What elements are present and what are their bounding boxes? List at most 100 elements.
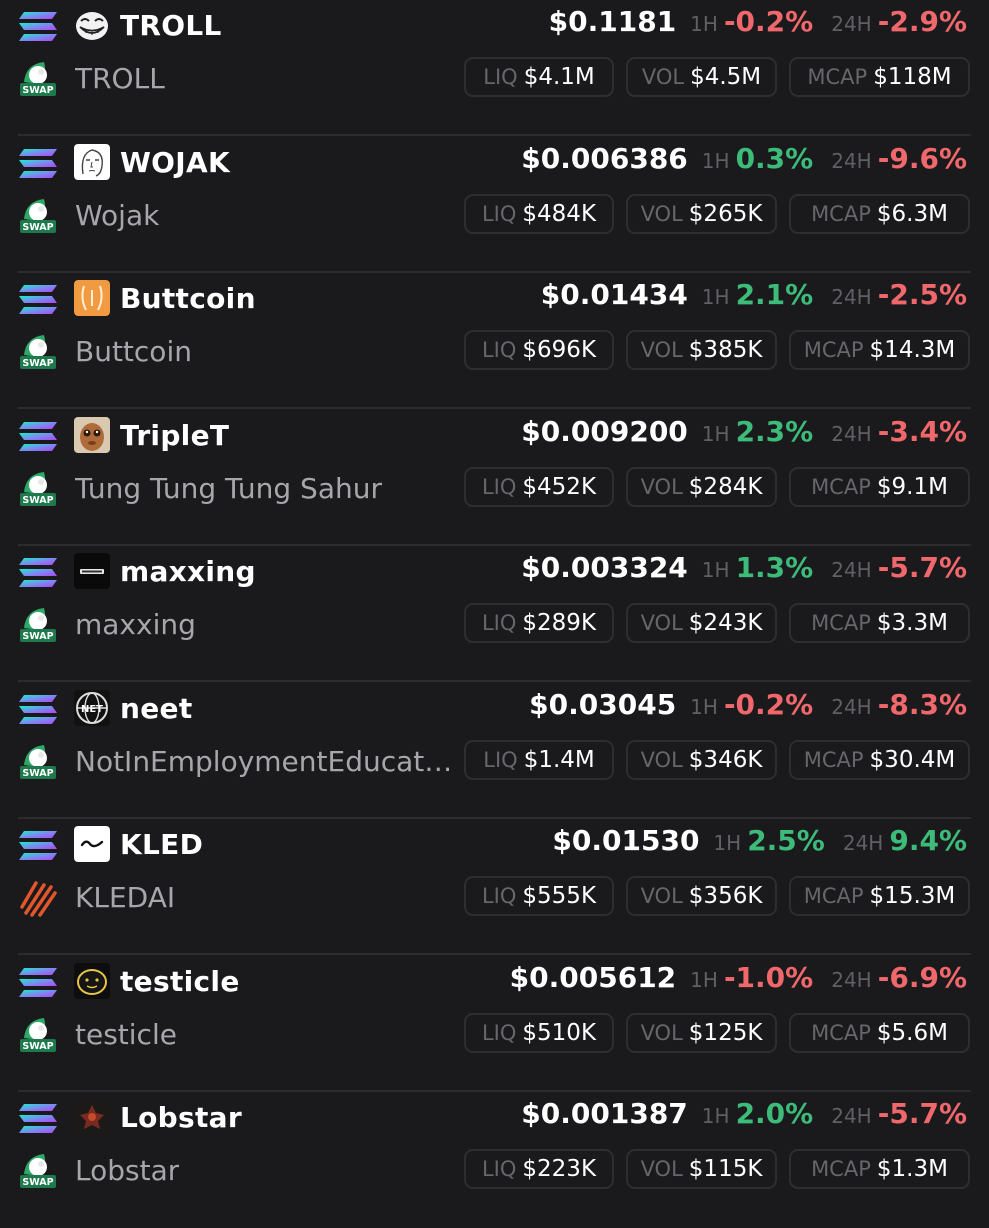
- mcap-value: $15.3M: [869, 883, 956, 909]
- market-cap-pill: MCAP $1.3M: [789, 1149, 970, 1189]
- volume-pill: VOL $346K: [626, 739, 777, 780]
- token-row[interactable]: SWAP maxxing maxxing $0.003324 1H 1.3% 2…: [0, 546, 989, 682]
- solana-icon: [18, 1102, 58, 1136]
- vol-value: $115K: [688, 1156, 763, 1182]
- token-name: Tung Tung Tung Sahur: [75, 471, 382, 505]
- market-cap-pill: MCAP $118M: [789, 57, 970, 97]
- token-row[interactable]: SWAP Lobstar Lobstar $0.001387 1H 2.0% 2…: [0, 1092, 989, 1228]
- change-24h-label: 24H: [842, 831, 884, 855]
- swap-dex-icon: SWAP: [18, 331, 58, 371]
- kled-dex-icon: [18, 877, 58, 917]
- token-symbol: TripleT: [120, 418, 230, 452]
- liquidity-pill: LIQ $696K: [464, 330, 614, 370]
- change-24h-label: 24H: [831, 285, 872, 309]
- market-cap-pill: MCAP $30.4M: [789, 739, 970, 780]
- liq-label: LIQ: [483, 65, 518, 89]
- liq-label: LIQ: [481, 1020, 517, 1045]
- vol-value: $265K: [688, 200, 763, 227]
- solana-icon: [18, 10, 58, 44]
- market-cap-pill: MCAP $5.6M: [789, 1012, 970, 1053]
- token-row[interactable]: SWAP NET neet NotInEmploymentEducat… $0.…: [0, 683, 989, 819]
- market-cap-pill: MCAP $6.3M: [789, 193, 970, 234]
- market-cap-pill: MCAP $9.1M: [789, 466, 970, 507]
- vol-label: VOL: [640, 201, 683, 226]
- liq-value: $484K: [522, 200, 597, 227]
- token-name: TROLL: [75, 62, 165, 95]
- volume-pill: VOL $284K: [626, 466, 777, 507]
- vol-label: VOL: [640, 884, 683, 908]
- token-row[interactable]: SWAP TROLL TROLL $0.1181 1H -0.2% 24H -2…: [0, 0, 989, 136]
- liq-value: $289K: [522, 610, 597, 636]
- change-1h-label: 1H: [690, 12, 718, 36]
- swap-dex-icon: SWAP: [18, 195, 58, 235]
- change-24h-label: 24H: [831, 694, 872, 719]
- token-price: $0.003324: [521, 551, 688, 584]
- svg-text:SWAP: SWAP: [22, 631, 53, 642]
- vol-value: $243K: [688, 610, 763, 636]
- market-cap-pill: MCAP $3.3M: [789, 603, 970, 643]
- svg-text:SWAP: SWAP: [22, 1177, 53, 1188]
- market-cap-pill: MCAP $14.3M: [789, 330, 970, 370]
- token-row[interactable]: SWAP testicle testicle $0.005612 1H -1.0…: [0, 956, 989, 1092]
- solana-icon: [18, 693, 58, 727]
- mcap-label: MCAP: [803, 884, 864, 908]
- token-symbol: Lobstar: [120, 1101, 242, 1134]
- swap-dex-icon: SWAP: [18, 741, 58, 781]
- volume-pill: VOL $4.5M: [626, 57, 777, 97]
- mcap-value: $30.4M: [869, 746, 956, 773]
- change-24h: 9.4%: [889, 824, 967, 857]
- token-name: testicle: [75, 1017, 177, 1051]
- mcap-value: $1.3M: [876, 1156, 948, 1182]
- vol-label: VOL: [640, 1157, 683, 1181]
- testicle-face-icon: [74, 962, 110, 999]
- buttcoin-icon: [74, 280, 110, 316]
- mcap-label: MCAP: [807, 65, 868, 89]
- token-name: Wojak: [75, 198, 160, 232]
- vol-label: VOL: [640, 1020, 683, 1045]
- vol-label: VOL: [640, 611, 683, 635]
- token-row[interactable]: SWAP WOJAK Wojak $0.006386 1H 0.3% 24H -…: [0, 137, 989, 273]
- token-row[interactable]: SWAP TripleT Tung Tung Tung Sahur $0.009…: [0, 410, 989, 546]
- change-1h-label: 1H: [701, 421, 730, 446]
- change-1h-label: 1H: [701, 1104, 730, 1128]
- svg-text:SWAP: SWAP: [22, 358, 53, 369]
- mcap-value: $6.3M: [876, 200, 948, 227]
- change-1h-label: 1H: [690, 967, 718, 992]
- change-1h: 2.3%: [735, 414, 814, 448]
- token-price: $0.1181: [548, 5, 677, 38]
- liq-value: $555K: [522, 883, 597, 909]
- liquidity-pill: LIQ $223K: [464, 1149, 614, 1189]
- liq-label: LIQ: [481, 338, 517, 362]
- svg-text:SWAP: SWAP: [22, 1041, 53, 1052]
- change-24h: -9.6%: [877, 141, 967, 175]
- vol-label: VOL: [641, 65, 685, 89]
- token-symbol: WOJAK: [120, 145, 230, 179]
- price-line: $0.003324 1H 1.3% 24H -5.7%: [521, 551, 967, 593]
- token-list: SWAP TROLL TROLL $0.1181 1H -0.2% 24H -2…: [0, 0, 989, 1200]
- vol-value: $4.5M: [690, 64, 762, 90]
- vol-label: VOL: [640, 474, 683, 499]
- liquidity-pill: LIQ $510K: [464, 1012, 614, 1053]
- price-line: $0.001387 1H 2.0% 24H -5.7%: [521, 1097, 967, 1139]
- vol-value: $284K: [688, 473, 763, 500]
- solana-icon: [18, 147, 58, 181]
- token-symbol: testicle: [120, 964, 240, 998]
- price-line: $0.03045 1H -0.2% 24H -8.3%: [529, 688, 967, 730]
- token-symbol: TROLL: [120, 9, 222, 42]
- liq-value: $510K: [522, 1019, 597, 1046]
- change-1h: -0.2%: [723, 687, 814, 721]
- liq-label: LIQ: [483, 747, 518, 772]
- liquidity-pill: LIQ $452K: [464, 466, 614, 507]
- token-name: Buttcoin: [75, 335, 192, 368]
- kled-wave-icon: [74, 826, 110, 862]
- token-row[interactable]: SWAP KLED KLEDAI $0.01530 1H 2.5% 24H 9.…: [0, 819, 989, 955]
- token-row[interactable]: SWAP Buttcoin Buttcoin $0.01434 1H 2.1% …: [0, 273, 989, 409]
- change-24h-label: 24H: [831, 558, 872, 582]
- triplet-face-icon: [74, 416, 110, 453]
- liquidity-pill: LIQ $555K: [464, 876, 614, 916]
- change-24h: -6.9%: [877, 960, 967, 994]
- solana-icon: [18, 420, 58, 454]
- change-1h: -1.0%: [723, 960, 814, 994]
- mcap-label: MCAP: [811, 201, 871, 226]
- token-name: Lobstar: [75, 1154, 180, 1187]
